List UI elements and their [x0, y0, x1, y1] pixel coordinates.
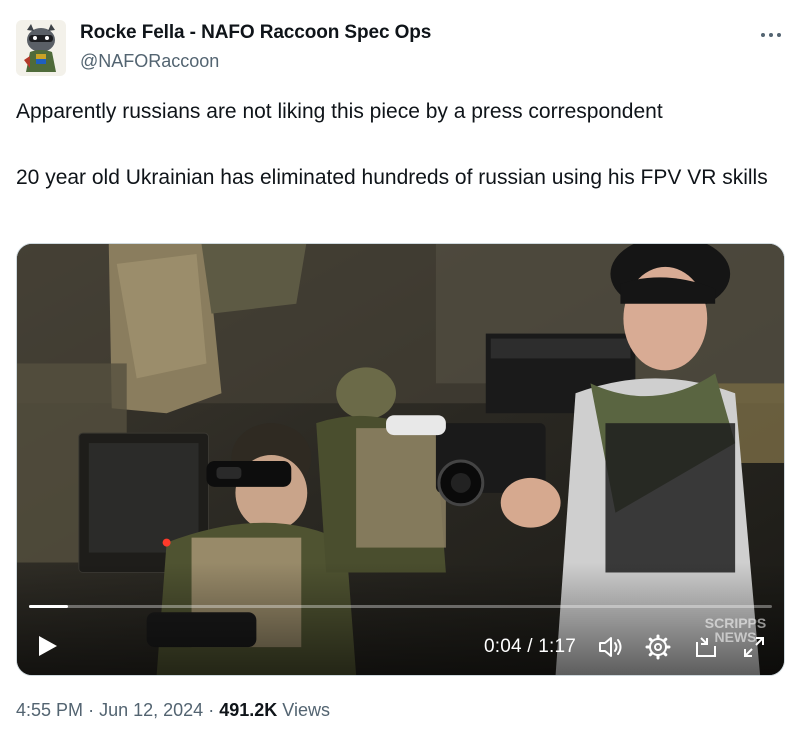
meta-separator: · [88, 700, 95, 720]
tweet-text-line-1: Apparently russians are not liking this … [16, 100, 663, 123]
more-options-button[interactable] [756, 20, 786, 50]
picture-in-picture-icon [696, 637, 716, 657]
fullscreen-button[interactable] [739, 632, 769, 662]
meta-separator: · [208, 700, 215, 720]
fullscreen-icon [744, 637, 764, 657]
video-progress-fill [29, 605, 68, 608]
picture-in-picture-button[interactable] [691, 632, 721, 662]
more-horizontal-icon [761, 33, 781, 37]
views-count: 491.2K [219, 700, 278, 720]
tweet-time[interactable]: 4:55 PM [16, 700, 83, 720]
tweet-text: Apparently russians are not liking this … [16, 98, 786, 192]
video-duration: 1:17 [538, 636, 577, 657]
author-name[interactable]: Rocke Fella - NAFO Raccoon Spec Ops [80, 22, 431, 44]
author-handle[interactable]: @NAFORaccoon [80, 51, 219, 72]
play-button[interactable] [33, 632, 61, 660]
video-player[interactable]: SCRIPPS NEWS 0:04 / 1:17 [16, 243, 785, 676]
play-icon [39, 636, 57, 656]
video-time-separator: / [527, 636, 533, 657]
volume-button[interactable] [595, 632, 625, 662]
video-progress-bar[interactable] [29, 605, 772, 608]
avatar[interactable] [16, 20, 66, 76]
tweet-text-line-2: 20 year old Ukrainian has eliminated hun… [16, 166, 768, 189]
views-label: Views [282, 700, 330, 720]
gear-icon [645, 634, 671, 660]
video-current-time: 0:04 [484, 636, 522, 657]
volume-icon [599, 637, 622, 657]
raccoon-avatar-image [16, 20, 66, 76]
settings-button[interactable] [643, 632, 673, 662]
video-time-display: 0:04 / 1:17 [484, 636, 576, 658]
video-frame-image [17, 244, 784, 675]
tweet-meta: 4:55 PM · Jun 12, 2024 · 491.2K Views [16, 700, 330, 721]
tweet-date[interactable]: Jun 12, 2024 [99, 700, 203, 720]
